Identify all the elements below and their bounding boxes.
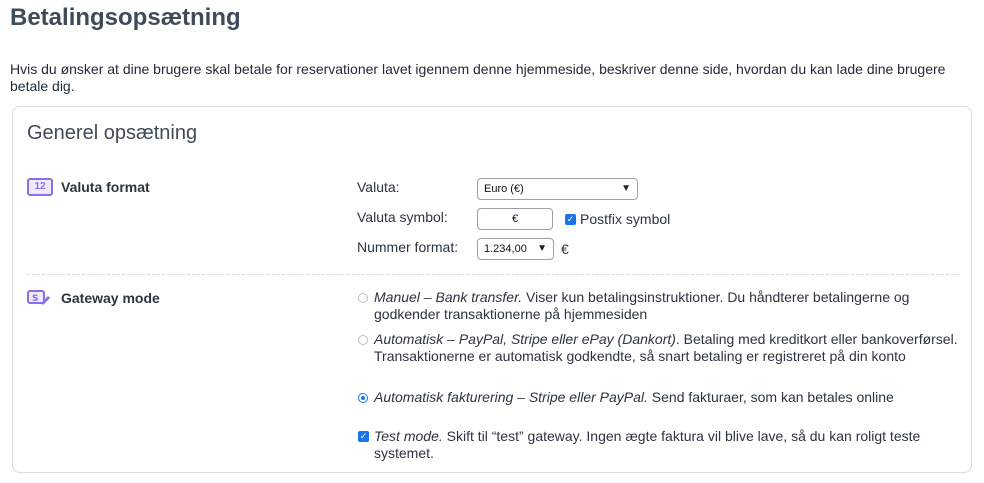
currency-format-label: 12 Valuta format (27, 178, 150, 196)
svg-text:S: S (32, 294, 38, 304)
section-divider (27, 274, 959, 275)
gateway-automatic-option: Automatisk – PayPal, Stripe eller ePay (… (374, 331, 964, 365)
currency-select-value: Euro (€) (484, 183, 524, 195)
number-format-value: 1.234,00 (484, 243, 527, 255)
chevron-down-icon: ▼ (537, 243, 547, 254)
gateway-invoicing-title: Automatisk fakturering – Stripe eller Pa… (374, 389, 648, 405)
test-mode-desc: Skift til “test” gateway. Ingen ægte fak… (374, 428, 921, 461)
gateway-invoicing-option: Automatisk fakturering – Stripe eller Pa… (374, 389, 964, 406)
gateway-automatic-radio[interactable] (358, 335, 368, 345)
currency-symbol-label: Valuta symbol: (357, 209, 448, 225)
gateway-edit-icon: S (27, 289, 53, 307)
gateway-automatic-title: Automatisk – PayPal, Stripe eller ePay (… (374, 331, 676, 347)
currency-symbol-input[interactable]: € (477, 208, 553, 230)
postfix-symbol-label: Postfix symbol (580, 211, 671, 227)
test-mode-option: Test mode. Skift til “test” gateway. Ing… (374, 428, 964, 462)
test-mode-checkbox[interactable]: ✓ (358, 431, 369, 442)
postfix-symbol-checkbox[interactable]: ✓ (565, 214, 576, 225)
page-intro: Hvis du ønsker at dine brugere skal beta… (10, 61, 946, 94)
gateway-manual-radio[interactable] (358, 293, 368, 303)
gateway-manual-option: Manuel – Bank transfer. Viser kun betali… (374, 289, 964, 323)
currency-select[interactable]: Euro (€) ▼ (477, 178, 638, 200)
gateway-mode-label: S Gateway mode (27, 289, 160, 307)
number-format-icon: 12 (27, 178, 53, 196)
panel-title: Generel opsætning (27, 122, 198, 144)
page-title: Betalingsopsætning (10, 4, 241, 31)
chevron-down-icon: ▼ (621, 183, 631, 194)
test-mode-title: Test mode. (374, 428, 443, 444)
currency-label: Valuta: (357, 179, 400, 195)
gateway-invoicing-desc: Send fakturaer, som kan betales online (647, 389, 894, 405)
number-format-suffix: € (561, 241, 569, 257)
currency-format-title: Valuta format (61, 179, 150, 195)
general-settings-panel: Generel opsætning 12 Valuta format Valut… (12, 106, 972, 473)
gateway-mode-title: Gateway mode (61, 290, 160, 306)
gateway-invoicing-radio[interactable] (358, 393, 368, 403)
number-format-select[interactable]: 1.234,00 ▼ (477, 238, 554, 260)
number-format-label: Nummer format: (357, 239, 459, 255)
gateway-manual-title: Manuel – Bank transfer. (374, 289, 523, 305)
